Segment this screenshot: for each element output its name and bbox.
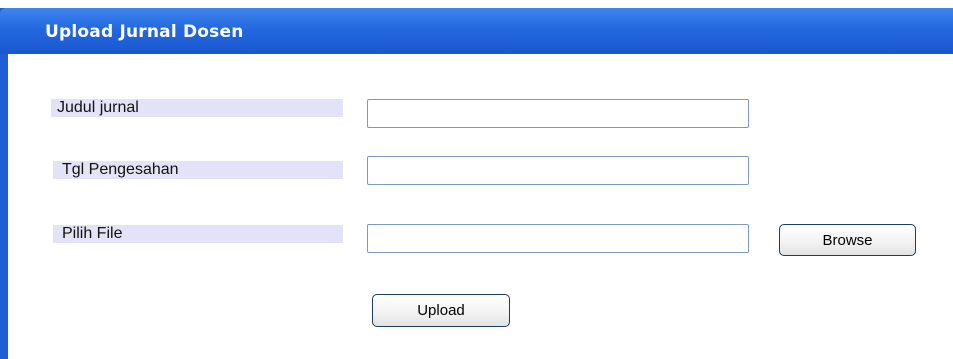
tgl-pengesahan-input[interactable]	[367, 156, 749, 185]
pilih-file-label: Pilih File	[53, 225, 343, 243]
file-path-input[interactable]	[367, 224, 749, 253]
upload-button[interactable]: Upload	[372, 294, 510, 327]
window-titlebar: Upload Jurnal Dosen	[0, 8, 953, 54]
upload-jurnal-window: Upload Jurnal Dosen Judul jurnal Tgl Pen…	[0, 8, 953, 359]
judul-jurnal-label: Judul jurnal	[51, 99, 343, 117]
judul-jurnal-input[interactable]	[367, 99, 749, 128]
tgl-pengesahan-label: Tgl Pengesahan	[53, 161, 343, 179]
browse-button[interactable]: Browse	[779, 224, 916, 256]
window-title: Upload Jurnal Dosen	[45, 22, 244, 42]
